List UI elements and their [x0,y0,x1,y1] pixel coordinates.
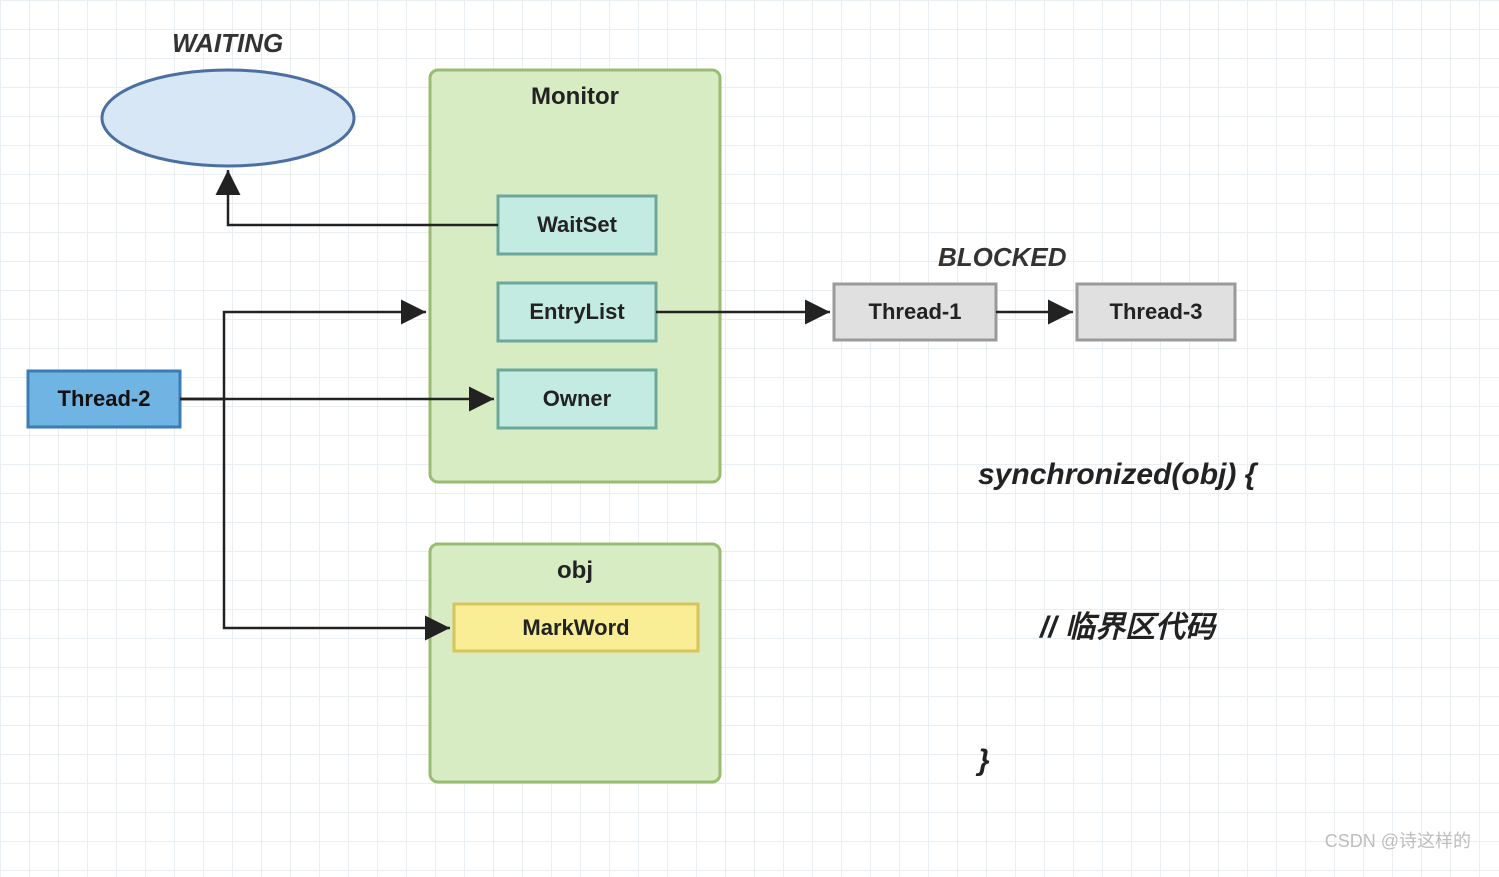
code-line3: } [978,744,990,778]
code-line2: // 临界区代码 [1040,602,1215,646]
arrow-thread2-to-markword [180,399,450,628]
monitor-title: Monitor [430,82,720,112]
waiting-label: WAITING [172,28,283,59]
thread2-text: Thread-2 [28,371,180,427]
markword-text: MarkWord [454,604,698,651]
diagram-canvas: WAITING BLOCKED Monitor WaitSet EntryLis… [0,0,1499,877]
blocked-label: BLOCKED [938,242,1067,273]
watermark: CSDN @诗这样的 [1325,827,1471,853]
entrylist-text: EntryList [498,283,656,341]
waiting-ellipse [102,70,354,166]
svg-layer [0,0,1499,877]
obj-title: obj [430,556,720,586]
thread3-text: Thread-3 [1077,284,1235,340]
owner-text: Owner [498,370,656,428]
thread1-text: Thread-1 [834,284,996,340]
waitset-text: WaitSet [498,196,656,254]
arrow-thread2-to-entrylist [180,312,426,399]
code-line1: synchronized(obj) { [978,458,1256,492]
